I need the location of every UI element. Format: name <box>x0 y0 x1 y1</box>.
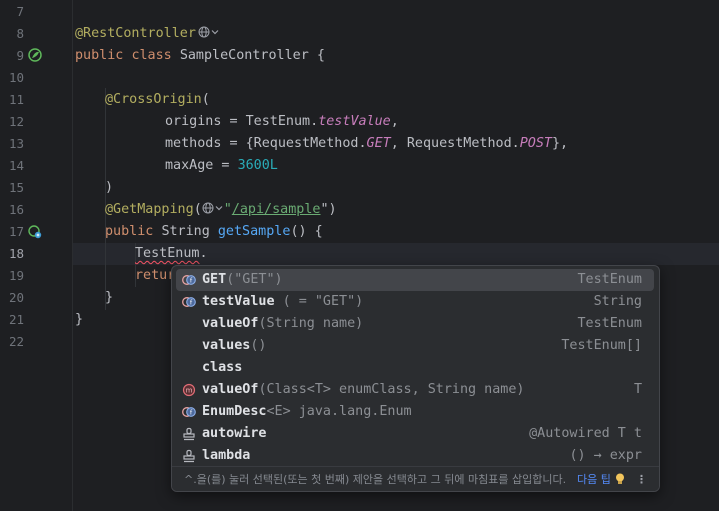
code-line-16[interactable]: @GetMapping("/api/sample") <box>105 199 337 221</box>
chevron-down-icon[interactable] <box>214 203 224 213</box>
code-line-9[interactable]: public class SampleController { <box>75 45 325 67</box>
code-line-14[interactable]: maxAge = 3600L <box>165 155 278 177</box>
spring-bean-icon[interactable] <box>28 48 42 62</box>
code-line-17[interactable]: public String getSample() { <box>105 221 323 243</box>
completion-footer: ^.을(를) 눌러 선택된(또는 첫 번째) 제안을 선택하고 그 뒤에 마침표… <box>172 466 659 491</box>
completion-item[interactable]: f EnumDesc<E> java.lang.Enum <box>176 401 654 423</box>
completion-item-name: values() <box>202 338 267 353</box>
completion-item-signature: ("GET") <box>226 272 283 287</box>
code-line-18[interactable]: TestEnum. <box>135 243 208 265</box>
code-line-19[interactable]: retur <box>135 265 175 287</box>
completion-item[interactable]: values() TestEnum[] <box>176 335 654 357</box>
completion-item[interactable]: f testValue ( = "GET") String <box>176 291 654 313</box>
code-line-12[interactable]: origins = TestEnum.testValue, <box>165 111 399 133</box>
line-number: 19 <box>8 268 24 283</box>
completion-item-type: TestEnum <box>577 316 643 331</box>
code-line-15[interactable]: ) <box>105 177 113 199</box>
completion-item[interactable]: autowire @Autowired T t <box>176 423 654 445</box>
completion-item-name: valueOf(Class<T> enumClass, String name) <box>202 382 525 397</box>
method-icon: m <box>182 383 196 397</box>
completion-item-type: T <box>633 382 642 397</box>
enum-constant-icon: f <box>182 295 196 309</box>
line-number: 21 <box>8 312 24 327</box>
completion-item-type: String <box>593 294 642 309</box>
code-line-11[interactable]: @CrossOrigin( <box>105 89 210 111</box>
line-number: 22 <box>8 334 24 349</box>
completion-item-name: lambda <box>202 448 251 463</box>
line-number: 11 <box>8 92 24 107</box>
line-number: 10 <box>8 70 24 85</box>
svg-text:m: m <box>186 387 193 395</box>
completion-item-signature: (String name) <box>258 316 364 331</box>
more-options-icon[interactable]: ⋮ <box>636 467 647 491</box>
completion-item-name: testValue ( = "GET") <box>202 294 364 309</box>
completion-item-type: TestEnum[] <box>561 338 642 353</box>
line-number: 17 <box>8 224 24 239</box>
line-number: 20 <box>8 290 24 305</box>
line-number: 13 <box>8 136 24 151</box>
completion-item-type: @Autowired T t <box>529 426 642 441</box>
code-line-21[interactable]: } <box>75 309 83 331</box>
next-tip-link[interactable]: 다음 팁 <box>577 467 611 491</box>
line-number: 8 <box>16 26 24 41</box>
enum-constant-icon: f <box>182 273 196 287</box>
globe-icon[interactable] <box>202 202 214 214</box>
code-line-8[interactable]: @RestController <box>75 23 220 45</box>
footer-hint: ^.을(를) 눌러 선택된(또는 첫 번째) 제안을 선택하고 그 뒤에 마침표… <box>184 473 567 486</box>
line-number: 14 <box>8 158 24 173</box>
stamp-icon <box>182 449 196 463</box>
completion-item-type: () → expr <box>569 448 642 463</box>
stamp-icon <box>182 427 196 441</box>
completion-item-name: GET("GET") <box>202 272 283 287</box>
code-line-13[interactable]: methods = {RequestMethod.GET, RequestMet… <box>165 133 568 155</box>
completion-item-signature: ( = "GET") <box>274 294 364 309</box>
chevron-down-icon[interactable] <box>210 27 220 37</box>
line-number: 7 <box>16 4 24 19</box>
lightbulb-icon[interactable] <box>615 473 625 485</box>
line-number: 18 <box>8 246 24 261</box>
url-link[interactable]: /api/sample <box>232 202 321 217</box>
code-line-20[interactable]: } <box>105 287 113 309</box>
completion-item[interactable]: f GET("GET") TestEnum <box>176 269 654 291</box>
completion-item-name: valueOf(String name) <box>202 316 364 331</box>
request-mapping-icon[interactable] <box>28 225 42 239</box>
completion-item-name: EnumDesc<E> java.lang.Enum <box>202 404 412 419</box>
completion-item-type: TestEnum <box>577 272 643 287</box>
completion-item-signature: (Class<T> enumClass, String name) <box>258 382 525 397</box>
line-number: 12 <box>8 114 24 129</box>
annotation-restcontroller: @RestController <box>75 26 196 41</box>
completion-item[interactable]: class <box>176 357 654 379</box>
completion-item[interactable]: m valueOf(Class<T> enumClass, String name… <box>176 379 654 401</box>
completion-item-name: autowire <box>202 426 267 441</box>
line-number: 15 <box>8 180 24 195</box>
completion-item-name: class <box>202 360 243 375</box>
globe-icon[interactable] <box>198 26 210 38</box>
line-number: 9 <box>16 48 24 63</box>
line-number: 16 <box>8 202 24 217</box>
code-completion-popup[interactable]: f GET("GET") TestEnum f testValue ( = "GET")… <box>171 265 660 492</box>
completion-item[interactable]: valueOf(String name) TestEnum <box>176 313 654 335</box>
completion-item-signature: () <box>250 338 267 353</box>
completion-item[interactable]: lambda () → expr <box>176 445 654 467</box>
completion-item-signature: <E> java.lang.Enum <box>266 404 412 419</box>
enum-constant-icon: f <box>182 405 196 419</box>
